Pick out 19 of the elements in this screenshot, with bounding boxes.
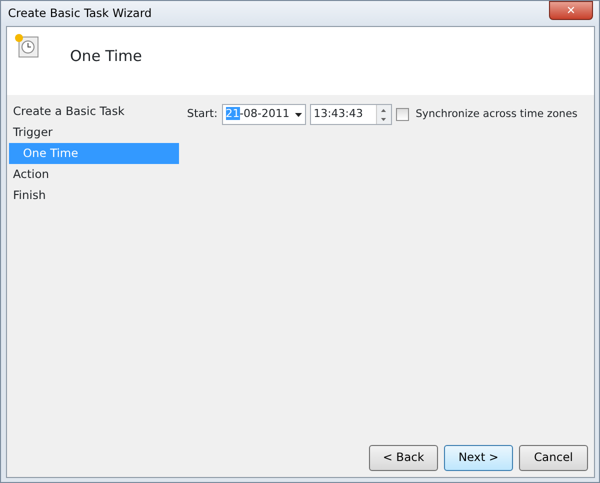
window-title: Create Basic Task Wizard — [8, 4, 152, 22]
clock-icon — [14, 33, 40, 59]
wizard-button[interactable]: < Back — [369, 445, 438, 471]
date-picker[interactable]: 21-08-2011 — [222, 104, 306, 125]
spin-down-icon[interactable] — [381, 118, 386, 120]
time-field[interactable]: 13:43:43 — [310, 104, 392, 125]
wizard-button[interactable]: Cancel — [519, 445, 588, 471]
spin-up-icon[interactable] — [381, 108, 386, 112]
step-item: Trigger — [12, 124, 54, 141]
page-title: One Time — [70, 46, 142, 67]
step-item: Create a Basic Task — [12, 103, 126, 120]
step-item: One Time — [9, 143, 179, 164]
dropdown-arrow-icon[interactable] — [294, 112, 302, 116]
sync-label: Synchronize across time zones — [416, 106, 578, 122]
step-item: Finish — [12, 187, 47, 204]
step-item: Action — [12, 166, 50, 183]
checkbox[interactable] — [396, 108, 409, 121]
wizard-button[interactable]: Next > — [444, 445, 513, 471]
start-label: Start: — [187, 106, 218, 122]
